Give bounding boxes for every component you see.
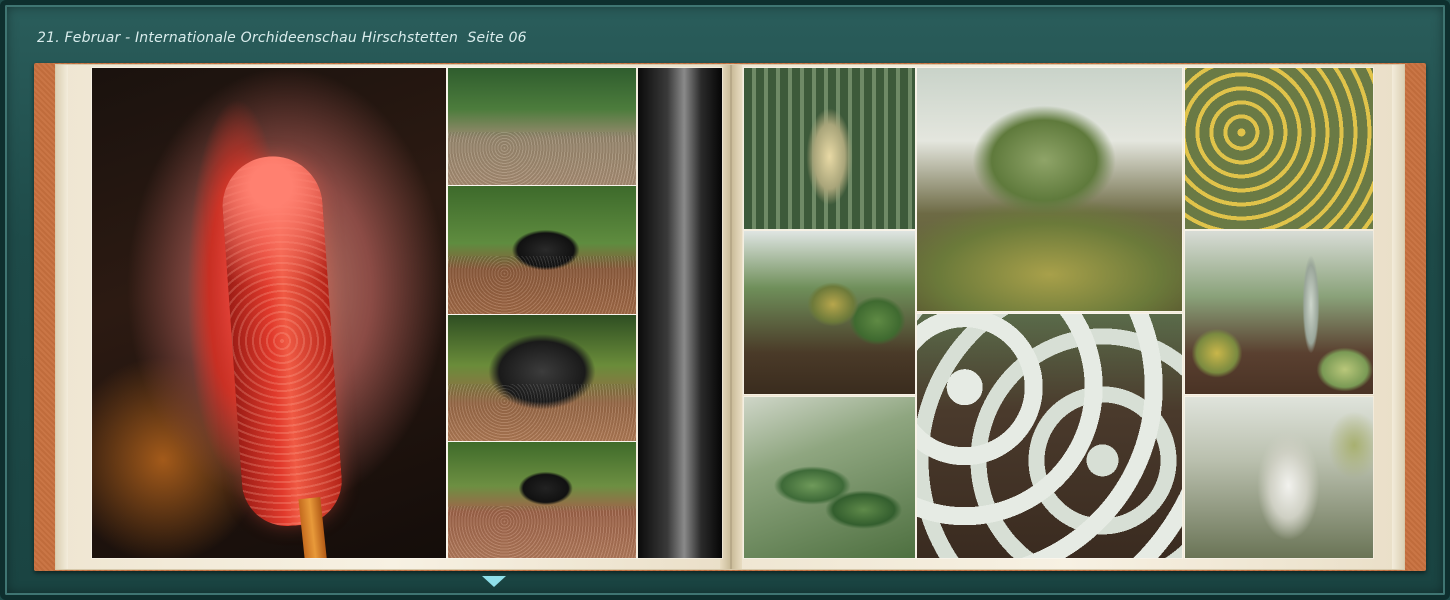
hairy-cactus-photo[interactable]: [1185, 397, 1373, 558]
blurred-photo[interactable]: [638, 68, 722, 558]
barrel-cacti-rows-photo[interactable]: [917, 314, 1182, 558]
viewer-frame: 21. Februar - Internationale Orchideensc…: [0, 0, 1450, 600]
cactus-pots-photo[interactable]: [1185, 231, 1373, 394]
anthurium-spadix: [219, 152, 345, 530]
page-title: 21. Februar - Internationale Orchideensc…: [37, 30, 527, 46]
golden-barrel-cactus-photo[interactable]: [917, 68, 1182, 311]
greenhouse-cacti-photo[interactable]: [744, 231, 915, 394]
ant-sculpture-photo[interactable]: [448, 186, 636, 314]
ant-sculpture-front-photo[interactable]: [448, 442, 636, 558]
book-spine: [720, 65, 742, 569]
succulent-closeup-photo[interactable]: [744, 397, 915, 558]
cactus-bloom-photo[interactable]: [744, 68, 915, 229]
anthurium-photo[interactable]: [92, 68, 446, 558]
ant-sculpture-closeup-photo[interactable]: [448, 315, 636, 441]
triangle-down-icon[interactable]: [482, 576, 506, 587]
cactus-field-photo[interactable]: [1185, 68, 1373, 229]
ant-sculpture-display-photo[interactable]: [448, 68, 636, 185]
